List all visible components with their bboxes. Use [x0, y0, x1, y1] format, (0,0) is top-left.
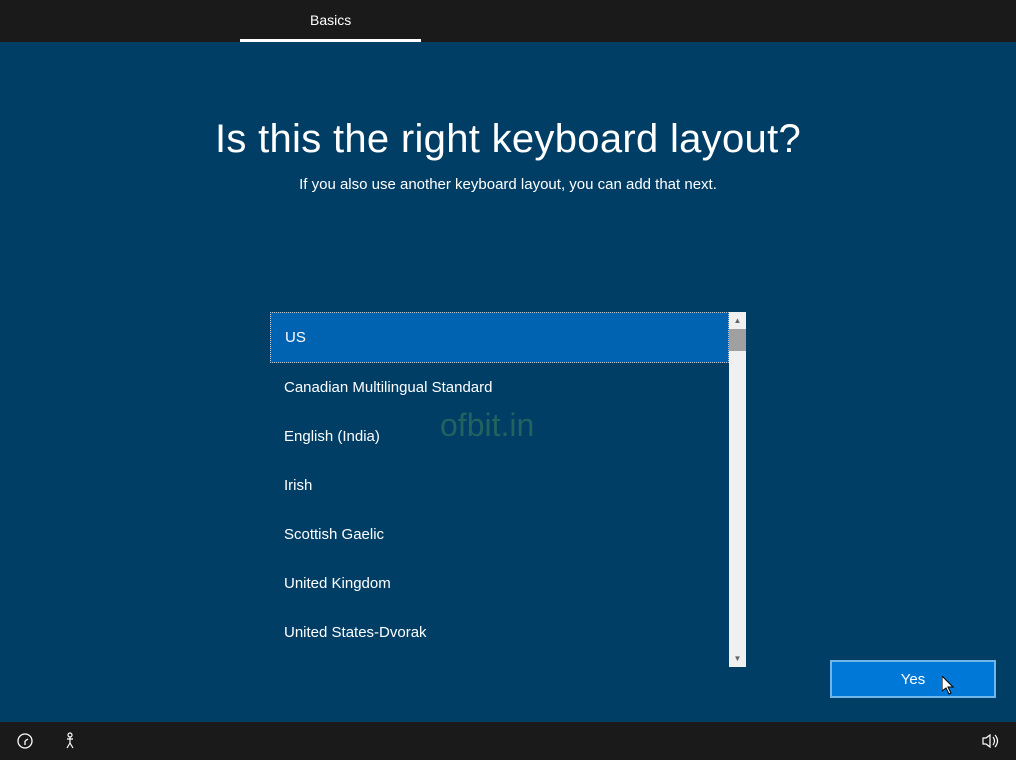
volume-icon[interactable]	[982, 733, 1000, 749]
keyboard-layout-list: US Canadian Multilingual Standard Englis…	[270, 312, 729, 667]
tab-basics[interactable]: Basics	[240, 0, 421, 42]
scroll-down-icon[interactable]: ▼	[729, 650, 746, 667]
scrollbar[interactable]: ▲ ▼	[729, 312, 746, 667]
yes-button[interactable]: Yes	[830, 660, 996, 698]
accessibility-icon[interactable]	[62, 732, 78, 750]
page-title: Is this the right keyboard layout?	[0, 117, 1016, 162]
list-item[interactable]: Irish	[270, 461, 729, 510]
yes-button-label: Yes	[901, 671, 925, 688]
tab-label: Basics	[310, 12, 351, 28]
list-item[interactable]: Scottish Gaelic	[270, 510, 729, 559]
scroll-up-icon[interactable]: ▲	[729, 312, 746, 329]
header-bar: Basics	[0, 0, 1016, 42]
page-subtitle: If you also use another keyboard layout,…	[0, 176, 1016, 193]
list-item[interactable]: English (India)	[270, 412, 729, 461]
list-item[interactable]: Canadian Multilingual Standard	[270, 363, 729, 412]
bottom-left-icons	[16, 732, 78, 750]
list-item[interactable]: United States-Dvorak	[270, 608, 729, 657]
main-content: Is this the right keyboard layout? If yo…	[0, 42, 1016, 722]
keyboard-layout-list-container: US Canadian Multilingual Standard Englis…	[270, 312, 746, 667]
scroll-thumb[interactable]	[729, 329, 746, 351]
list-item[interactable]: United Kingdom	[270, 559, 729, 608]
bottom-bar	[0, 722, 1016, 760]
ease-of-access-icon[interactable]	[16, 732, 34, 750]
list-item[interactable]: US	[270, 312, 729, 363]
